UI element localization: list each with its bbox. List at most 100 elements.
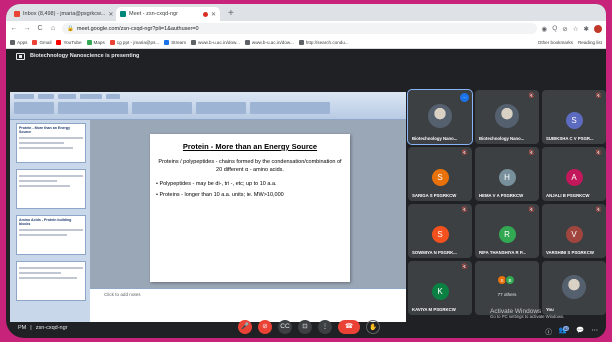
- mic-muted-icon: 🔇: [595, 207, 602, 213]
- reading-list[interactable]: Reading list: [578, 40, 602, 45]
- activate-subtitle: Go to PC settings to activate Windows.: [490, 314, 565, 320]
- bookmark-apps[interactable]: Apps: [10, 39, 27, 45]
- slide-thumbnail[interactable]: [16, 169, 86, 209]
- participant-tile[interactable]: ⋯ Biotechnology Nano...: [407, 89, 473, 145]
- people-icon[interactable]: 👥82: [559, 326, 570, 336]
- apps-icon: [10, 39, 15, 45]
- slide-thumbnail[interactable]: Amino Acids - Protein building blocks: [16, 215, 86, 255]
- back-icon[interactable]: ←: [10, 25, 18, 32]
- blocked-icon[interactable]: ⊘: [562, 25, 567, 33]
- current-slide: Protein - More than an Energy Source Pro…: [150, 134, 350, 282]
- participant-tile[interactable]: 🔇 Biotechnology Nano...: [475, 90, 539, 144]
- slide-bullet: • Polypeptides - may be di-, tri -, etc;…: [156, 181, 277, 188]
- meeting-time: PM: [18, 325, 27, 331]
- participant-avatar: H: [498, 169, 516, 186]
- bookmark-star-icon[interactable]: ☆: [573, 25, 579, 33]
- presenting-banner: Biotechnology Nanoscience is presenting: [6, 49, 606, 63]
- bookmark-cg-ppt[interactable]: cg ppt - jmaria@ps...: [109, 39, 160, 45]
- captions-button[interactable]: CC: [278, 320, 292, 334]
- hang-up-button[interactable]: ☎: [338, 320, 360, 334]
- slide-thumbnail[interactable]: Protein - More than an Energy Source: [16, 123, 86, 163]
- participant-avatar: S: [431, 226, 449, 243]
- extensions-icon[interactable]: ✱: [584, 25, 589, 33]
- address-bar[interactable]: 🔒 meet.google.com/zsn-cxqd-ngr?pli=1&aut…: [62, 23, 537, 34]
- tab-meet[interactable]: Meet - zsn-cxqd-ngr ✕: [116, 7, 220, 21]
- others-tile[interactable]: S B 77 others: [475, 261, 539, 315]
- camera-indicator-icon[interactable]: ◉: [542, 25, 548, 33]
- reload-icon[interactable]: C: [36, 25, 44, 32]
- powerpoint-ribbon: [10, 92, 406, 120]
- bookmark-maps[interactable]: Maps: [86, 39, 105, 45]
- participant-tile[interactable]: 🔇 V VARSHINI S PSGRKCW: [542, 204, 606, 258]
- participant-name: Biotechnology Nano...: [412, 136, 458, 141]
- more-options-button[interactable]: ⋮: [318, 320, 332, 334]
- participant-tile[interactable]: 🔇 H HEMA V A PSGRKCW: [475, 147, 539, 201]
- tab-label: Inbox (8,498) - jmaria@psgrkcw...: [23, 11, 106, 17]
- mic-muted-icon: 🔇: [595, 150, 602, 156]
- bookmark-bu-2[interactable]: www.b-u.ac.in/dow...: [244, 39, 294, 45]
- participant-avatar: V: [565, 226, 583, 243]
- meeting-info: PM | zsn-cxqd-ngr: [18, 325, 68, 331]
- slide-thumbnail[interactable]: [16, 261, 86, 301]
- bookmark-bu-1[interactable]: www.b-u.ac.in/dow...: [191, 39, 240, 45]
- mic-muted-icon: 🔇: [528, 93, 535, 99]
- info-icon[interactable]: ⓘ: [545, 326, 552, 336]
- presenting-text: Biotechnology Nanoscience is presenting: [30, 53, 140, 59]
- bookmark-youtube[interactable]: YouTube: [56, 39, 82, 45]
- camera-toggle-button[interactable]: ⊘: [258, 320, 272, 334]
- participant-tile[interactable]: 🔇 S SUBIKSHA C V PSGR...: [542, 90, 606, 144]
- participant-photo: [495, 104, 519, 128]
- participant-avatar: K: [431, 283, 449, 300]
- browser-window: Inbox (8,498) - jmaria@psgrkcw... ✕ Meet…: [6, 4, 606, 338]
- gmail-icon: [32, 39, 38, 45]
- self-tile[interactable]: You: [542, 261, 606, 315]
- self-photo: [562, 275, 586, 299]
- meet-icon: [120, 11, 126, 17]
- chat-icon[interactable]: 💬: [576, 326, 584, 336]
- participant-tile[interactable]: 🔇 A ANJALI B PSGRKCW: [542, 147, 606, 201]
- bookmark-label: YouTube: [63, 39, 82, 45]
- new-tab-button[interactable]: +: [222, 7, 240, 21]
- bookmark-label: cg ppt - jmaria@ps...: [116, 39, 160, 45]
- participant-tile[interactable]: 🔇 R RIFA THANSHIYA R P...: [475, 204, 539, 258]
- mic-toggle-button[interactable]: 🎤: [238, 320, 252, 334]
- thumbnail-title: Amino Acids - Protein building blocks: [19, 218, 72, 226]
- bookmark-stream[interactable]: Stream: [164, 39, 186, 45]
- participant-avatar: S: [431, 169, 449, 186]
- tab-gmail[interactable]: Inbox (8,498) - jmaria@psgrkcw... ✕: [10, 7, 114, 21]
- mic-muted-icon: 🔇: [528, 150, 535, 156]
- activities-icon[interactable]: ⋯: [592, 326, 599, 336]
- participant-name: SOWMIYA N PSGRK...: [412, 250, 457, 255]
- recording-dot-icon: [202, 11, 208, 17]
- bookmark-label: Gmail: [39, 39, 52, 45]
- close-icon[interactable]: ✕: [108, 11, 113, 18]
- url-text: meet.google.com/zsn-cxqd-ngr?pli=1&authu…: [76, 25, 199, 32]
- mic-muted-icon: 🔇: [461, 264, 468, 270]
- participant-tile[interactable]: 🔇 S SOWMIYA N PSGRK...: [408, 204, 472, 258]
- close-icon[interactable]: ✕: [211, 11, 216, 18]
- slide-notes[interactable]: Click to add notes: [90, 288, 406, 322]
- raise-hand-button[interactable]: ✋: [366, 320, 380, 334]
- present-screen-icon: [16, 52, 25, 60]
- bookmark-gmail[interactable]: Gmail: [32, 39, 52, 45]
- profile-avatar[interactable]: [594, 24, 602, 33]
- slide-lead-text: Proteins / polypeptides - chains formed …: [158, 159, 342, 173]
- bookmark-search[interactable]: http://search.condu...: [298, 39, 349, 45]
- activate-windows-watermark: Activate Windows Go to PC settings to ac…: [490, 308, 564, 320]
- other-bookmarks[interactable]: Other bookmarks: [538, 40, 573, 45]
- present-button[interactable]: ⊡: [298, 320, 312, 334]
- globe-icon: [298, 39, 304, 45]
- participant-tile[interactable]: 🔇 S SARIGA S PSGRKCW: [408, 147, 472, 201]
- zoom-icon[interactable]: Q: [552, 25, 557, 33]
- mic-muted-icon: 🔇: [461, 207, 468, 213]
- mini-avatar: B: [505, 275, 515, 285]
- maps-icon: [86, 39, 92, 45]
- bottom-right-icons: ⓘ 👥82 💬 ⋯: [545, 326, 598, 336]
- participant-tile[interactable]: 🔇 K KAVIYA M PSGRKCW: [408, 261, 472, 315]
- others-count: 77 others: [497, 292, 517, 297]
- home-icon[interactable]: ⌂: [49, 25, 57, 32]
- stream-icon: [164, 39, 170, 45]
- mic-muted-icon: 🔇: [528, 207, 535, 213]
- browser-toolbar: ← → C ⌂ 🔒 meet.google.com/zsn-cxqd-ngr?p…: [6, 21, 606, 36]
- forward-icon[interactable]: →: [23, 25, 31, 32]
